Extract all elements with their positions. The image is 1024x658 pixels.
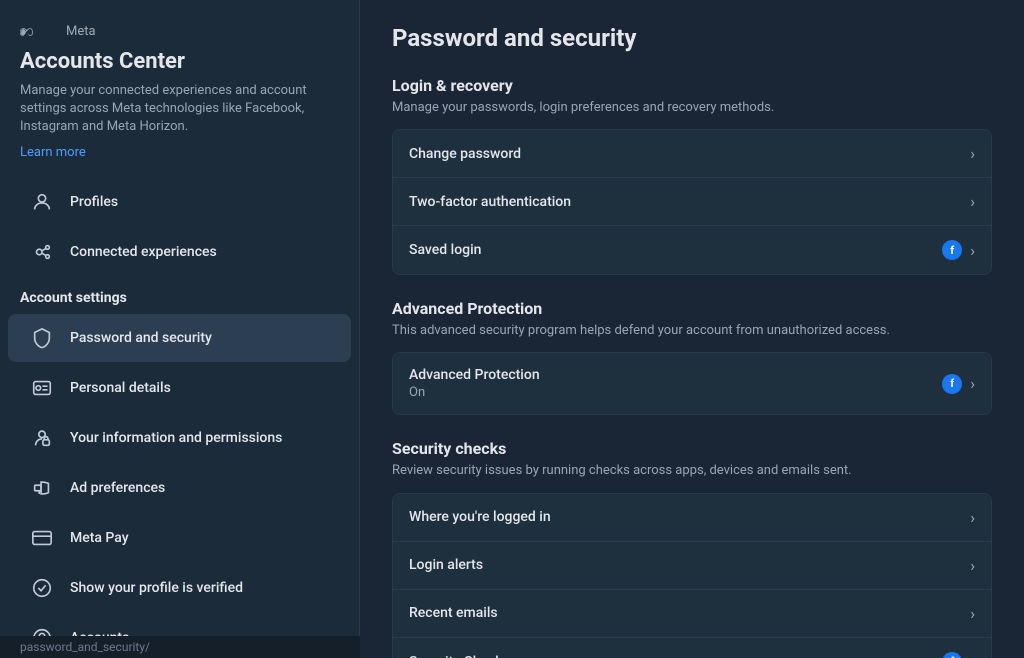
sidebar-item-personal-label: Personal details (70, 380, 171, 396)
security-checks-subtext: Review security issues by running checks… (392, 462, 992, 480)
id-card-icon (28, 374, 56, 402)
chevron-right-icon-3: › (970, 241, 975, 260)
sidebar-item-info-permissions[interactable]: Your information and permissions (8, 414, 351, 462)
chevron-right-icon: › (970, 144, 975, 163)
security-checkup-label: Security Checkup (409, 654, 518, 658)
chevron-right-icon-4: › (970, 374, 975, 393)
sidebar-item-profiles[interactable]: Profiles (8, 178, 351, 226)
login-recovery-heading: Login & recovery (392, 76, 992, 95)
facebook-icon: f (942, 240, 962, 260)
advanced-protection-item[interactable]: Advanced Protection On f › (393, 353, 991, 414)
where-logged-in-item[interactable]: Where you're logged in › (393, 494, 991, 542)
security-checks-section: Security checks Review security issues b… (392, 439, 992, 658)
sidebar-item-password-label: Password and security (70, 330, 212, 346)
account-settings-label: Account settings (0, 278, 359, 312)
sidebar-item-meta-pay-label: Meta Pay (70, 530, 129, 546)
sidebar-title: Accounts Center (0, 43, 359, 82)
sidebar-item-meta-pay[interactable]: Meta Pay (8, 514, 351, 562)
sidebar-description: Manage your connected experiences and ac… (0, 82, 359, 141)
shield-icon (28, 324, 56, 352)
status-bar: password_and_security/ (0, 636, 360, 658)
advanced-protection-group: Advanced Protection On f › (392, 352, 992, 415)
sidebar-item-verified-label: Show your profile is verified (70, 580, 243, 596)
recent-emails-item[interactable]: Recent emails › (393, 590, 991, 638)
security-checks-group: Where you're logged in › Login alerts › … (392, 493, 992, 658)
learn-more-link[interactable]: Learn more (0, 141, 359, 176)
chevron-right-icon-6: › (970, 556, 975, 575)
saved-login-item[interactable]: Saved login f › (393, 226, 991, 274)
sidebar-item-info-label: Your information and permissions (70, 430, 282, 446)
advanced-protection-subtext: This advanced security program helps def… (392, 322, 992, 340)
chevron-right-icon-8: › (970, 652, 975, 658)
megaphone-icon (28, 474, 56, 502)
facebook-icon-2: f (942, 374, 962, 394)
chevron-right-icon-7: › (970, 604, 975, 623)
main-content: Password and security Login & recovery M… (360, 0, 1024, 658)
login-alerts-item[interactable]: Login alerts › (393, 542, 991, 590)
login-recovery-section: Login & recovery Manage your passwords, … (392, 76, 992, 275)
connected-icon (28, 238, 56, 266)
meta-logo-text: Meta (66, 24, 96, 39)
security-checks-heading: Security checks (392, 439, 992, 458)
chevron-right-icon-5: › (970, 508, 975, 527)
sidebar-item-connected-experiences[interactable]: Connected experiences (8, 228, 351, 276)
where-logged-label: Where you're logged in (409, 509, 551, 525)
sidebar-item-password-security[interactable]: Password and security (8, 314, 351, 362)
advanced-protection-section: Advanced Protection This advanced securi… (392, 299, 992, 415)
sidebar-item-ad-label: Ad preferences (70, 480, 165, 496)
facebook-icon-3: f (942, 652, 962, 658)
security-checkup-item[interactable]: Security Checkup f › (393, 638, 991, 658)
meta-logo: Meta (0, 16, 359, 43)
page-title: Password and security (392, 24, 992, 52)
login-recovery-group: Change password › Two-factor authenticat… (392, 129, 992, 275)
two-factor-label: Two-factor authentication (409, 194, 571, 210)
recent-emails-label: Recent emails (409, 605, 498, 621)
sidebar-item-ad-preferences[interactable]: Ad preferences (8, 464, 351, 512)
adv-protection-label: Advanced Protection (409, 367, 540, 383)
card-icon (28, 524, 56, 552)
sidebar-item-verified[interactable]: Show your profile is verified (8, 564, 351, 612)
saved-login-label: Saved login (409, 242, 481, 258)
sidebar-item-profiles-label: Profiles (70, 194, 118, 210)
adv-protection-sublabel: On (409, 385, 540, 400)
sidebar-item-connected-label: Connected experiences (70, 244, 217, 260)
change-password-item[interactable]: Change password › (393, 130, 991, 178)
login-alerts-label: Login alerts (409, 557, 483, 573)
advanced-protection-heading: Advanced Protection (392, 299, 992, 318)
info-lock-icon (28, 424, 56, 452)
sidebar: Meta Accounts Center Manage your connect… (0, 0, 360, 658)
login-recovery-subtext: Manage your passwords, login preferences… (392, 99, 992, 117)
verified-icon (28, 574, 56, 602)
sidebar-item-personal-details[interactable]: Personal details (8, 364, 351, 412)
two-factor-item[interactable]: Two-factor authentication › (393, 178, 991, 226)
person-icon (28, 188, 56, 216)
chevron-right-icon-2: › (970, 192, 975, 211)
change-password-label: Change password (409, 146, 521, 162)
